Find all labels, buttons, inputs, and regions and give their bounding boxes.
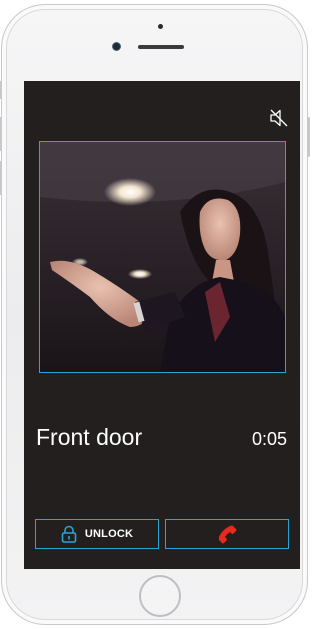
- unlock-button[interactable]: UNLOCK: [35, 519, 159, 549]
- speaker-muted-icon: [270, 109, 288, 127]
- caller-name: Front door: [36, 424, 143, 450]
- unlock-label: UNLOCK: [84, 528, 134, 540]
- power-button: [307, 117, 310, 157]
- intercom-call-screen: Front door 0:05 UNLOCK: [24, 81, 300, 569]
- mute-switch: [0, 81, 2, 99]
- lock-icon: [61, 525, 77, 543]
- mute-button[interactable]: [268, 107, 290, 129]
- call-timer: 0:05: [251, 429, 287, 449]
- volume-up-button: [0, 117, 2, 151]
- proximity-sensor: [158, 24, 163, 29]
- video-frame: [40, 142, 285, 372]
- phone-frame: Front door 0:05 UNLOCK: [0, 4, 310, 625]
- hang-up-button[interactable]: [165, 519, 289, 549]
- door-camera-video: [39, 141, 286, 373]
- phone-hangup-icon: [218, 525, 237, 544]
- home-button[interactable]: [139, 575, 181, 617]
- volume-down-button: [0, 161, 2, 195]
- earpiece-speaker: [138, 45, 184, 49]
- front-camera: [113, 43, 120, 50]
